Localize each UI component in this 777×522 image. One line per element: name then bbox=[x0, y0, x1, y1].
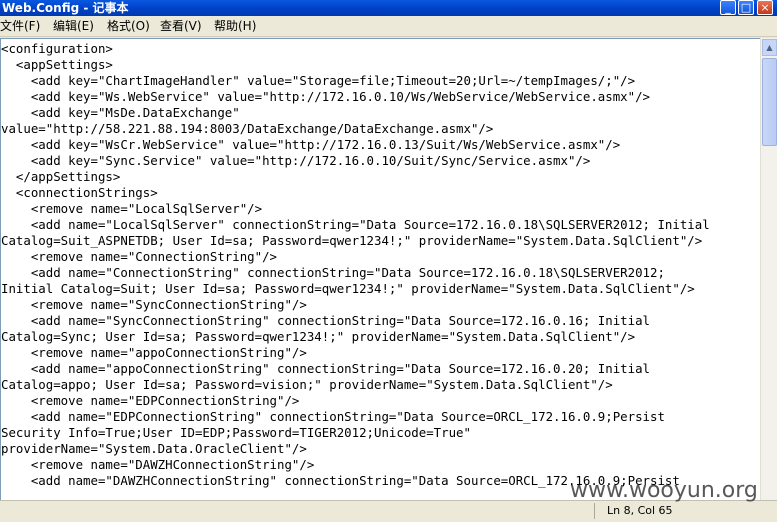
editor-line: Security Info=True;User ID=EDP;Password=… bbox=[1, 425, 471, 440]
watermark-text: www.wooyun.org bbox=[570, 478, 758, 503]
editor-line: <add name="EDPConnectionString" connecti… bbox=[1, 409, 665, 424]
editor-line: value="http://58.221.88.194:8003/DataExc… bbox=[1, 121, 494, 136]
editor-line: <add key="WsCr.WebService" value="http:/… bbox=[1, 137, 621, 152]
editor-line: <add key="Sync.Service" value="http://17… bbox=[1, 153, 591, 168]
editor-line: <appSettings> bbox=[1, 57, 113, 72]
scroll-up-arrow-icon[interactable]: ▲ bbox=[762, 39, 777, 56]
editor-line: <add key="MsDe.DataExchange" bbox=[1, 105, 240, 120]
editor-line: <add key="Ws.WebService" value="http://1… bbox=[1, 89, 651, 104]
editor-line: <remove name="SyncConnectionString"/> bbox=[1, 297, 307, 312]
window-title: Web.Config - 记事本 bbox=[2, 1, 129, 15]
menu-bar: 文件(F) 编辑(E) 格式(O) 查看(V) 帮助(H) bbox=[0, 16, 777, 37]
editor-line: <remove name="EDPConnectionString"/> bbox=[1, 393, 300, 408]
editor-line: <add name="appoConnectionString" connect… bbox=[1, 361, 651, 376]
text-editor[interactable]: <configuration> <appSettings> <add key="… bbox=[0, 38, 760, 500]
editor-line: Catalog=Sync; User Id=sa; Password=qwer1… bbox=[1, 329, 636, 344]
menu-help[interactable]: 帮助(H) bbox=[214, 16, 256, 36]
editor-line: <add key="ChartImageHandler" value="Stor… bbox=[1, 73, 636, 88]
editor-line: <add name="ConnectionString" connectionS… bbox=[1, 265, 665, 280]
editor-line: providerName="System.Data.OracleClient"/… bbox=[1, 441, 307, 456]
menu-format[interactable]: 格式(O) bbox=[107, 16, 150, 36]
editor-line: Catalog=appo; User Id=sa; Password=visio… bbox=[1, 377, 613, 392]
editor-line: <remove name="appoConnectionString"/> bbox=[1, 345, 307, 360]
editor-line: <add name="SyncConnectionString" connect… bbox=[1, 313, 651, 328]
title-bar[interactable]: Web.Config - 记事本 _ □ × bbox=[0, 0, 777, 16]
editor-line: <connectionStrings> bbox=[1, 185, 158, 200]
maximize-button[interactable]: □ bbox=[738, 0, 754, 15]
scroll-thumb[interactable] bbox=[762, 58, 777, 146]
editor-line: <remove name="ConnectionString"/> bbox=[1, 249, 278, 264]
editor-line: Initial Catalog=Suit; User Id=sa; Passwo… bbox=[1, 281, 695, 296]
cursor-position: Ln 8, Col 65 bbox=[607, 504, 673, 517]
close-button[interactable]: × bbox=[757, 0, 773, 15]
status-pane: Ln 8, Col 65 bbox=[594, 503, 775, 519]
menu-edit[interactable]: 编辑(E) bbox=[53, 16, 94, 36]
editor-line: <remove name="DAWZHConnectionString"/> bbox=[1, 457, 315, 472]
menu-file[interactable]: 文件(F) bbox=[0, 16, 40, 36]
editor-line: <remove name="LocalSqlServer"/> bbox=[1, 201, 263, 216]
editor-line: <configuration> bbox=[1, 41, 113, 56]
editor-line: Catalog=Suit_ASPNETDB; User Id=sa; Passw… bbox=[1, 233, 703, 248]
minimize-button[interactable]: _ bbox=[720, 0, 736, 15]
menu-view[interactable]: 查看(V) bbox=[160, 16, 202, 36]
editor-line: <add name="LocalSqlServer" connectionStr… bbox=[1, 217, 710, 232]
editor-line: </appSettings> bbox=[1, 169, 121, 184]
vertical-scrollbar[interactable]: ▲ bbox=[760, 38, 777, 500]
